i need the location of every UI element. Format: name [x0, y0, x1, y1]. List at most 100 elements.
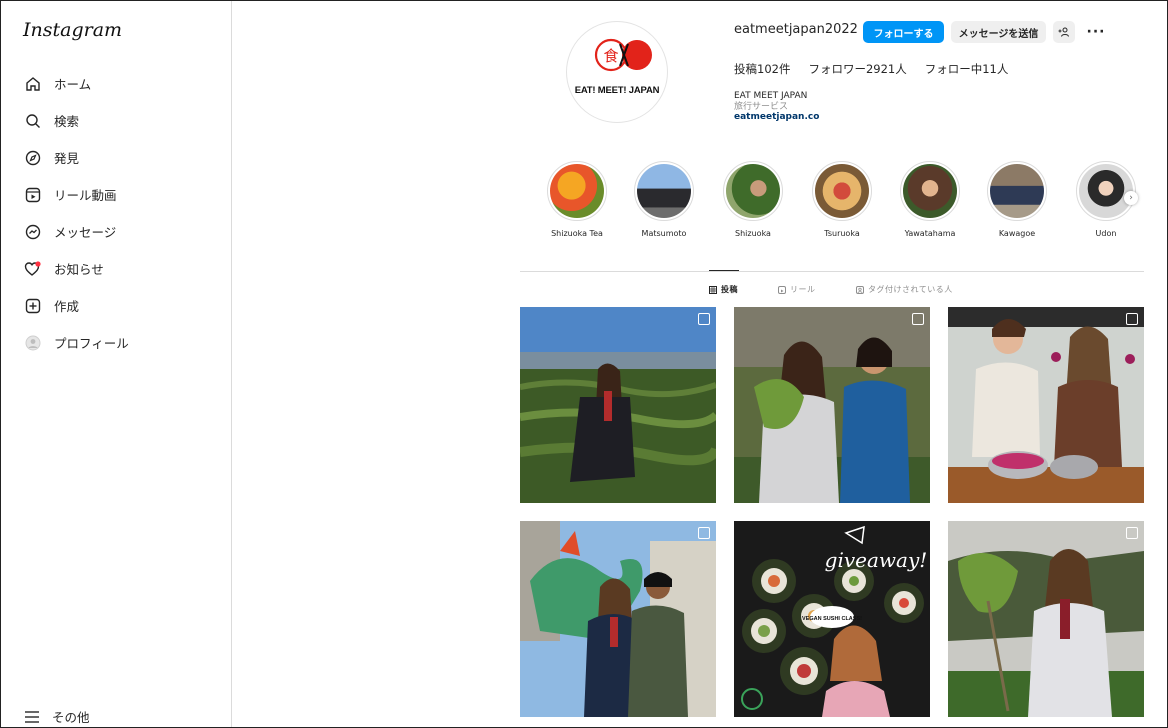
avatar-kanji: 食 [603, 47, 618, 65]
eat-meet-japan-logo: 食 [594, 38, 652, 72]
highlight-label: Kawagoe [998, 229, 1036, 238]
highlight-item[interactable]: Matsumoto [629, 161, 699, 238]
sidebar-item-reels[interactable]: リール動画 [15, 176, 220, 213]
sidebar-nav: ホーム 検索 発見 リール動画 メッセージ お知らせ 作成 プロフィール [15, 65, 220, 361]
highlight-label: Shizuoka [735, 229, 771, 238]
tab-label: リール [790, 285, 816, 294]
post-image [520, 307, 716, 503]
highlight-cover [726, 164, 780, 218]
suggest-button[interactable] [1053, 21, 1075, 43]
tabs-divider [520, 271, 1144, 272]
tab-posts[interactable]: 投稿 [709, 284, 738, 295]
chevron-right-icon: › [1129, 193, 1133, 203]
multi-photo-icon [698, 527, 710, 539]
sidebar-item-home[interactable]: ホーム [15, 65, 220, 102]
sidebar-item-create[interactable]: 作成 [15, 287, 220, 324]
highlight-item[interactable]: Kawagoe [982, 161, 1052, 238]
highlight-item[interactable]: Shizuoka [718, 161, 788, 238]
post-image [734, 307, 930, 503]
tab-label: タグ付けされている人 [868, 285, 953, 294]
post-thumbnail[interactable] [734, 307, 930, 503]
post-thumbnail[interactable] [948, 521, 1144, 717]
post-thumbnail[interactable]: giveaway! VEGAN SUSHI CLASS! [734, 521, 930, 717]
highlight-cover [903, 164, 957, 218]
followers-count[interactable]: フォロワー2921人 [808, 61, 906, 77]
browser-frame: Instagram ホーム 検索 発見 リール動画 メッセージ お知らせ 作成 … [0, 0, 1168, 728]
sidebar-item-notifications[interactable]: お知らせ [15, 250, 220, 287]
sidebar-item-more[interactable]: その他 [24, 707, 90, 726]
avatar-logo-text: EAT! MEET! JAPAN [574, 85, 660, 96]
sidebar-item-search[interactable]: 検索 [15, 102, 220, 139]
highlight-label: Udon [1095, 229, 1117, 238]
tab-label: 投稿 [721, 285, 738, 294]
sidebar-item-label: メッセージ [54, 225, 117, 240]
sidebar: Instagram ホーム 検索 発見 リール動画 メッセージ お知らせ 作成 … [1, 1, 232, 727]
highlight-cover [550, 164, 604, 218]
sidebar-item-label: 発見 [54, 151, 80, 166]
highlight-item[interactable]: Tsuruoka [807, 161, 877, 238]
post-thumbnail[interactable] [948, 307, 1144, 503]
post-image [520, 521, 716, 717]
sidebar-item-label: 作成 [54, 299, 80, 314]
more-label: その他 [52, 710, 90, 725]
post-image: giveaway! VEGAN SUSHI CLASS! [734, 521, 930, 717]
tagged-icon [856, 285, 864, 294]
vegan-sushi-text: VEGAN SUSHI CLASS! [802, 616, 862, 622]
posts-count: 投稿102件 [734, 62, 791, 76]
add-person-icon [1058, 27, 1069, 37]
bio-link[interactable]: eatmeetjapan.co [734, 112, 819, 123]
profile-stats: 投稿102件 フォロワー2921人 フォロー中11人 [734, 61, 1008, 77]
bio-category: 旅行サービス [734, 101, 789, 112]
search-icon [24, 112, 42, 130]
multi-photo-icon [698, 313, 710, 325]
post-thumbnail[interactable] [520, 521, 716, 717]
heart-icon [24, 260, 42, 278]
highlight-label: Tsuruoka [824, 229, 860, 238]
message-button[interactable]: メッセージを送信 [951, 21, 1046, 43]
avatar-icon [24, 334, 42, 352]
follow-button[interactable]: フォローする [863, 21, 944, 43]
sidebar-item-label: プロフィール [54, 336, 129, 351]
reels-icon [778, 285, 786, 294]
tab-active-indicator [709, 270, 739, 271]
post-image [948, 521, 1144, 717]
sidebar-item-label: ホーム [54, 77, 92, 92]
highlight-item[interactable]: Yawatahama [895, 161, 965, 238]
highlights-next-button[interactable]: › [1124, 191, 1138, 205]
instagram-logo[interactable]: Instagram [23, 19, 122, 41]
sidebar-item-label: リール動画 [54, 188, 117, 203]
sidebar-item-label: お知らせ [54, 262, 104, 277]
highlight-label: Yawatahama [904, 229, 956, 238]
multi-photo-icon [1126, 527, 1138, 539]
compass-icon [24, 149, 42, 167]
highlight-label: Matsumoto [641, 229, 687, 238]
highlight-cover [1079, 164, 1133, 218]
tab-tagged[interactable]: タグ付けされている人 [856, 284, 953, 295]
sidebar-item-profile[interactable]: プロフィール [15, 324, 220, 361]
sidebar-item-messages[interactable]: メッセージ [15, 213, 220, 250]
more-dots-icon: ··· [1086, 24, 1106, 40]
highlight-item[interactable]: Shizuoka Tea [542, 161, 612, 238]
following-count[interactable]: フォロー中11人 [925, 61, 1009, 77]
post-thumbnail[interactable] [520, 307, 716, 503]
plus-square-icon [24, 297, 42, 315]
highlight-cover [637, 164, 691, 218]
tab-reels[interactable]: リール [778, 284, 816, 295]
home-icon [24, 75, 42, 93]
post-image [948, 307, 1144, 503]
sidebar-item-explore[interactable]: 発見 [15, 139, 220, 176]
grid-icon [709, 285, 717, 294]
highlight-cover [990, 164, 1044, 218]
giveaway-text: giveaway! [825, 548, 928, 572]
highlight-cover [815, 164, 869, 218]
hamburger-icon [24, 710, 40, 724]
options-button[interactable]: ··· [1085, 21, 1107, 43]
profile-username: eatmeetjapan2022 [734, 22, 858, 37]
highlight-label: Shizuoka Tea [551, 229, 603, 238]
multi-photo-icon [1126, 313, 1138, 325]
bio-name: EAT MEET JAPAN [734, 91, 808, 101]
reels-icon [24, 186, 42, 204]
sidebar-item-label: 検索 [54, 114, 80, 129]
profile-bio: EAT MEET JAPAN 旅行サービス eatmeetjapan.co [734, 91, 819, 123]
profile-avatar[interactable]: 食 EAT! MEET! JAPAN [566, 21, 668, 123]
